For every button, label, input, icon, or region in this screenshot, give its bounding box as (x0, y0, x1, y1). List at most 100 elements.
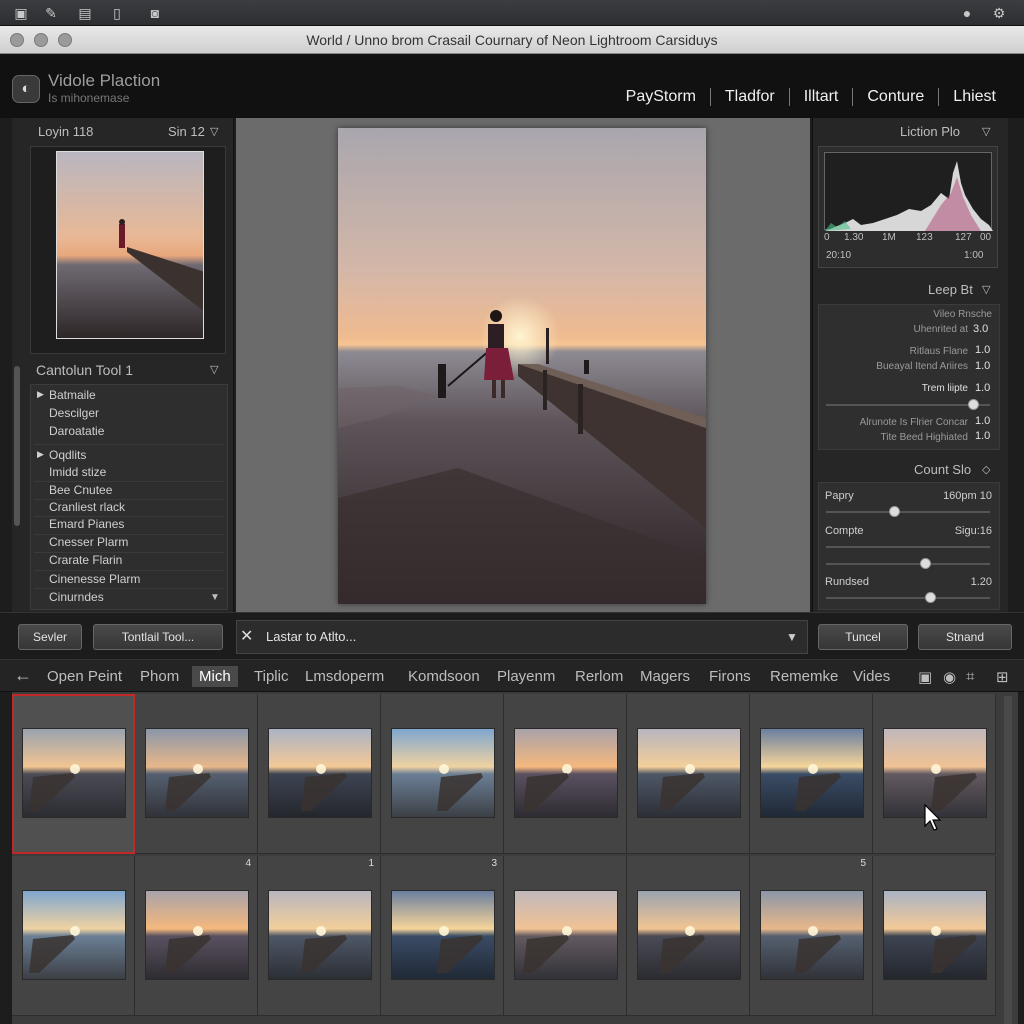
tone-slider-knob[interactable] (888, 506, 900, 517)
chevron-down-icon[interactable]: ▽ (982, 284, 994, 296)
navigator-preview[interactable] (56, 151, 204, 339)
thumbnail-cell[interactable] (258, 694, 381, 854)
collection-item[interactable]: Daroatatie (49, 424, 104, 438)
thumbnail-cell[interactable] (627, 694, 750, 854)
tone-slider-knob[interactable] (920, 558, 932, 569)
chevron-down-icon[interactable]: ▼ (786, 630, 798, 644)
basic-value[interactable]: 1.0 (975, 382, 990, 394)
filter-tab[interactable]: Vides (853, 668, 890, 685)
thumbnail-image[interactable] (22, 890, 126, 980)
collection-item[interactable]: Cranliest rlack (49, 500, 125, 514)
filter-tab[interactable]: Rememke (770, 668, 838, 685)
thumbnail-cell[interactable] (504, 856, 627, 1016)
filter-tab[interactable]: Komdsoon (408, 668, 480, 685)
tone-slider-track[interactable] (826, 597, 990, 599)
basic-slider-knob[interactable] (967, 399, 979, 410)
thumbnail-cell[interactable] (12, 856, 135, 1016)
thumbnail-cell[interactable] (135, 694, 258, 854)
filter-tab[interactable]: Tiplic (254, 668, 288, 685)
thumbnail-image[interactable] (637, 728, 741, 818)
thumbnail-cell[interactable] (381, 694, 504, 854)
grid-scrollbar[interactable] (1004, 696, 1012, 1024)
crop-icon[interactable]: ✕ (240, 626, 253, 646)
left-toolbar-button[interactable]: Sevler (18, 624, 82, 650)
module-tab[interactable]: Conture (852, 88, 938, 106)
module-tab[interactable]: Tladfor (709, 88, 789, 106)
tone-value[interactable]: 1.20 (940, 576, 992, 588)
chevron-down-icon[interactable]: ▽ (982, 126, 994, 138)
thumbnail-image[interactable] (883, 890, 987, 980)
tone-value[interactable]: Sigu:16 (940, 525, 992, 537)
filter-tab[interactable]: Rerlom (575, 668, 623, 685)
tone-slider-track[interactable] (826, 511, 990, 513)
module-tab[interactable]: PayStorm (612, 88, 710, 106)
filter-tab[interactable]: Lmsdoperm (305, 668, 384, 685)
loupe-view-icon[interactable]: ◉ (943, 668, 956, 686)
filter-tab[interactable]: Open Peint (47, 668, 122, 685)
thumbnail-cell[interactable] (627, 856, 750, 1016)
scroll-down-icon[interactable]: ▼ (210, 592, 222, 604)
thumbnail-cell[interactable] (873, 856, 996, 1016)
settings-icon[interactable]: ◇ (982, 464, 994, 476)
basic-value[interactable]: 1.0 (975, 360, 990, 372)
survey-view-icon[interactable]: ⊞ (996, 668, 1009, 686)
thumbnail-image[interactable] (760, 890, 864, 980)
tone-slider-track[interactable] (826, 546, 990, 548)
main-photo[interactable] (338, 128, 706, 604)
thumbnail-image[interactable] (268, 890, 372, 980)
basic-value[interactable]: 1.0 (975, 430, 990, 442)
settings-icon[interactable]: ⚙ (990, 4, 1008, 22)
thumbnail-image[interactable] (514, 890, 618, 980)
thumbnail-image[interactable] (268, 728, 372, 818)
thumbnail-cell[interactable]: 4 (135, 856, 258, 1016)
disclosure-triangle-icon[interactable]: ▶ (37, 389, 44, 400)
back-arrow-icon[interactable]: ← (14, 665, 32, 686)
thumbnail-cell[interactable]: 1 (258, 856, 381, 1016)
thumbnail-cell[interactable] (504, 694, 627, 854)
collection-item[interactable]: Cinurndes (49, 590, 104, 604)
collection-item[interactable]: Cinenesse Plarm (49, 572, 140, 586)
collection-group[interactable]: Batmaile (49, 388, 96, 402)
module-tab[interactable]: Lhiest (938, 88, 1010, 106)
tone-slider-knob[interactable] (924, 592, 936, 603)
thumbnail-cell[interactable]: 3 (381, 856, 504, 1016)
thumbnail-cell[interactable] (12, 694, 135, 854)
collection-item[interactable]: Descilger (49, 406, 99, 420)
tone-value[interactable]: 160pm 10 (940, 490, 992, 502)
filter-tab[interactable]: Playenm (497, 668, 555, 685)
tone-slider-track[interactable] (826, 563, 990, 565)
module-tab[interactable]: Illtart (788, 88, 853, 106)
edit-icon[interactable]: ✎ (42, 4, 60, 22)
collection-item[interactable]: Bee Cnutee (49, 483, 112, 497)
basic-value[interactable]: 1.0 (975, 344, 990, 356)
basic-value[interactable]: 3.0 (973, 323, 988, 335)
basic-slider-track[interactable] (826, 404, 990, 406)
save-button[interactable]: Stnand (918, 624, 1012, 650)
thumbnail-image[interactable] (22, 728, 126, 818)
camera-icon[interactable]: ◙ (146, 4, 164, 22)
thumbnail-image[interactable] (514, 728, 618, 818)
collection-item[interactable]: Crarate Flarin (49, 553, 122, 567)
tools-button[interactable]: Tontlail Tool... (93, 624, 223, 650)
chevron-down-icon[interactable]: ▽ (210, 126, 222, 138)
photo-stack-icon[interactable]: ▣ (12, 4, 30, 22)
thumbnail-image[interactable] (637, 890, 741, 980)
thumbnail-image[interactable] (760, 728, 864, 818)
collection-group[interactable]: Oqdlits (49, 448, 86, 462)
collection-item[interactable]: Imidd stize (49, 465, 106, 479)
thumbnail-cell[interactable]: 5 (750, 856, 873, 1016)
thumbnail-image[interactable] (391, 890, 495, 980)
filter-tab[interactable]: Magers (640, 668, 690, 685)
filter-tab[interactable]: Firons (709, 668, 751, 685)
grid-view-icon[interactable]: ▣ (918, 668, 932, 686)
info-icon[interactable]: ● (958, 4, 976, 22)
cancel-button[interactable]: Tuncel (818, 624, 908, 650)
thumbnail-image[interactable] (391, 728, 495, 818)
compare-view-icon[interactable]: ⌗ (966, 668, 974, 685)
chevron-down-icon[interactable]: ▽ (210, 364, 222, 376)
layout-icon[interactable]: ▤ (76, 4, 94, 22)
collection-item[interactable]: Cnesser Plarm (49, 535, 128, 549)
tablet-icon[interactable]: ▯ (108, 4, 126, 22)
filter-tab-active[interactable]: Mich (192, 666, 238, 687)
thumbnail-cell[interactable] (750, 694, 873, 854)
